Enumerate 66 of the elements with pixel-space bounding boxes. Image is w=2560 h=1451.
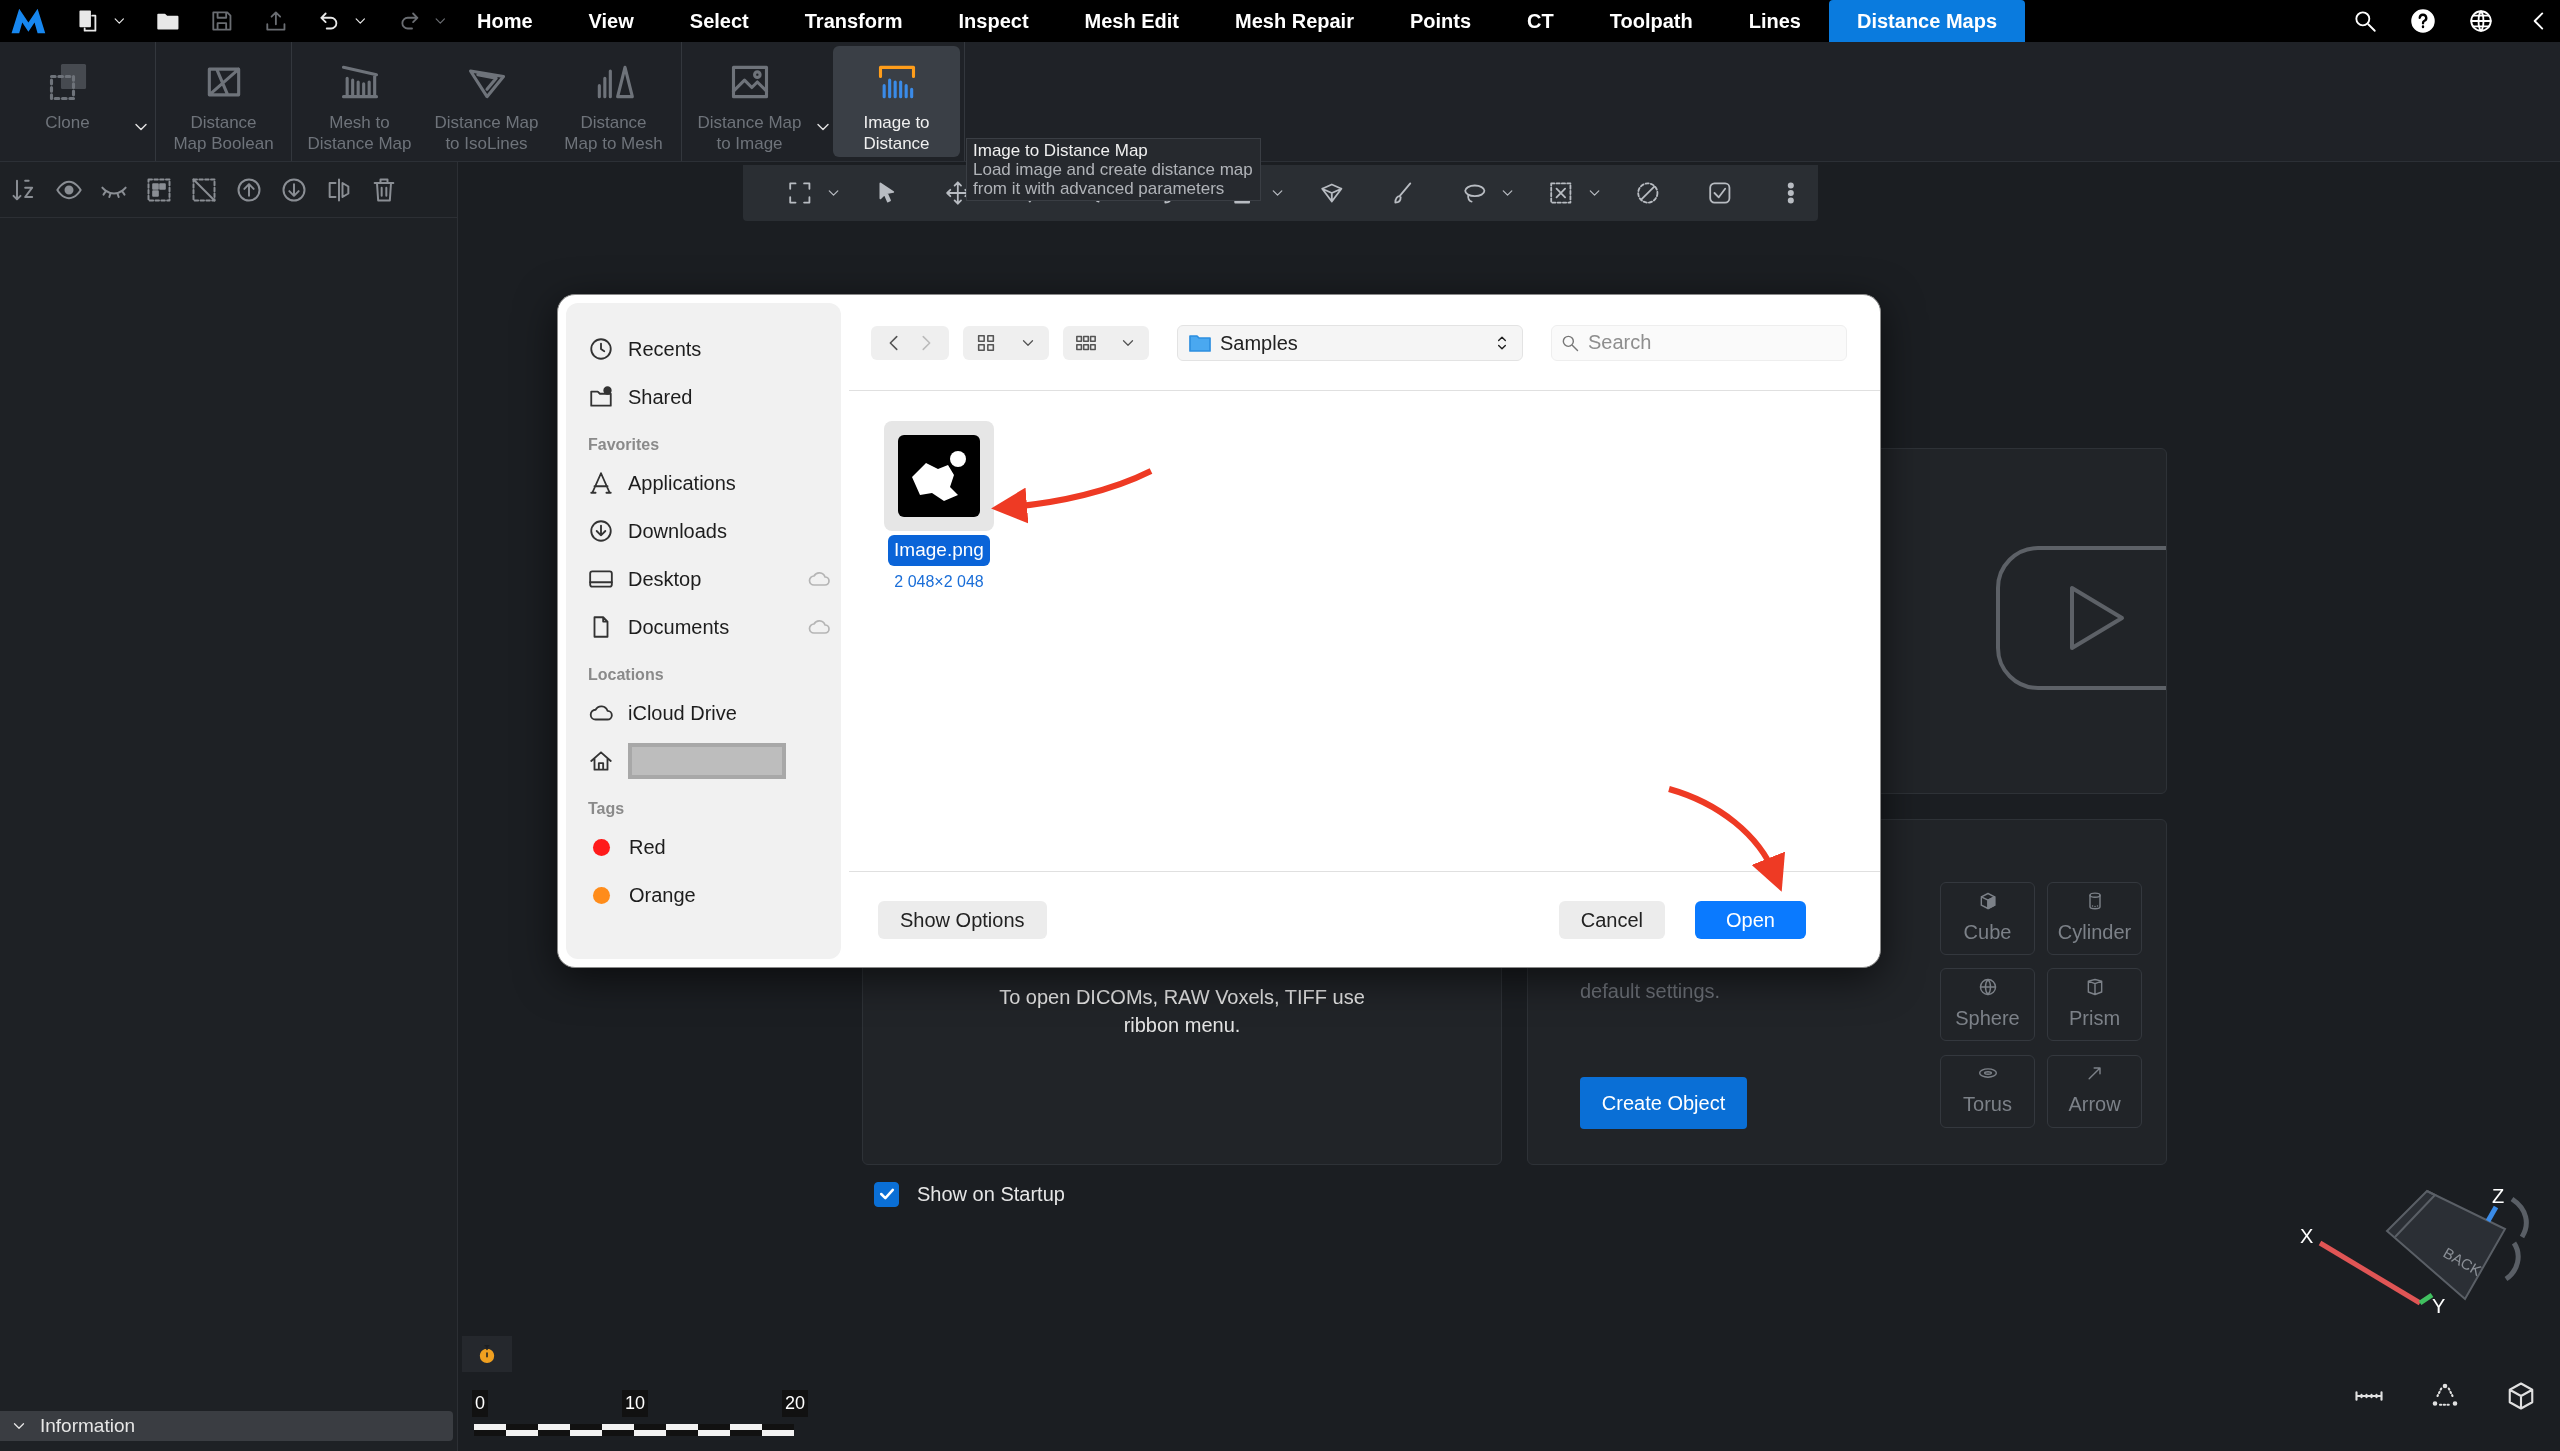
sidebar-item[interactable]: iCloud Drive [580,689,841,737]
tooltip-title: Image to Distance Map [973,141,1149,160]
menu-tab[interactable]: Transform [776,0,931,42]
scale-label: 20 [781,1390,808,1417]
scale-label: 0 [472,1390,488,1417]
rotate-arrow-icon[interactable] [2503,1196,2529,1282]
information-panel-header[interactable]: Information [0,1411,453,1441]
shape-button[interactable]: Cylinder [2047,882,2142,955]
file-size: 2 048×2 048 [894,571,984,592]
menu-tab[interactable]: Lines [1720,0,1829,42]
dialog-button[interactable]: Show Options [878,900,1047,939]
help-icon[interactable] [2410,8,2436,34]
menu-tab[interactable]: View [560,0,662,42]
tooltip-text: Load image and create distance map from it with advanced parameters [973,160,1254,198]
sidebar-item[interactable]: Orange [580,871,841,919]
download-icon [588,518,614,544]
menu-tab[interactable]: Points [1381,0,1500,42]
scale-label: 10 [621,1390,648,1417]
menu-tab[interactable]: Mesh Repair [1207,0,1382,42]
sidebar-item[interactable]: Recents [580,325,841,373]
file-name[interactable]: Image.png [888,535,990,566]
sidebar-item[interactable]: Documents [580,603,841,651]
open-button[interactable]: Open [1695,900,1806,939]
sidebar-item[interactable]: Applications [580,459,841,507]
dialog-button[interactable]: Cancel [1558,900,1666,939]
menu-tab[interactable]: CT [1499,0,1582,42]
create-object-button[interactable]: Create Object [1580,1077,1747,1129]
axis-label: Y [2432,1295,2446,1317]
shape-button[interactable]: Prism [2047,968,2142,1042]
y-axis-line [2418,1292,2434,1306]
axis-label: X [2300,1225,2314,1247]
cube-view-icon[interactable] [2506,1381,2536,1411]
z-axis-line [2485,1205,2499,1223]
location-dropdown[interactable]: Samples [1177,324,1523,361]
import-hint: To open DICOMs, RAW Voxels, TIFF use ribbon menu. [998,985,1366,1038]
sidebar-heading: Tags [588,799,626,819]
checkbox-label: Show on Startup [917,1182,1065,1207]
menu-tab[interactable]: Select [661,0,777,42]
sidebar-heading: Favorites [588,435,661,455]
apps-icon [588,470,614,496]
sphere-icon [1977,976,1998,997]
menu-tab[interactable]: Mesh Edit [1056,0,1208,42]
menu-tab[interactable]: Inspect [930,0,1057,42]
shared-icon [588,384,614,410]
shape-button[interactable]: Sphere [1940,968,2035,1042]
search-icon[interactable] [2352,8,2378,34]
sidebar-heading: Locations [588,665,665,685]
checkbox[interactable] [874,1181,899,1207]
sidebar-item[interactable]: Downloads [580,507,841,555]
axis-label: Z [2492,1185,2505,1207]
cube-drawing[interactable] [2385,1189,2507,1301]
sidebar-item[interactable]: Shared [580,373,841,421]
search-field[interactable]: Search [1551,324,1847,361]
menu-tab[interactable]: Home [449,0,561,42]
create-hint: default settings. [1580,979,1722,1004]
ribbon-button[interactable]: Image to Distance [833,46,960,157]
sidebar-item[interactable]: Desktop [580,555,841,603]
menu-tab[interactable]: Distance Maps [1828,0,2026,42]
sidebar-item[interactable]: Red [580,823,841,871]
menu-tab[interactable]: Toolpath [1581,0,1721,42]
clock-icon [588,336,614,362]
shape-button[interactable]: Cube [1940,882,2035,955]
shape-button[interactable]: Arrow [2047,1054,2142,1128]
globe-icon[interactable] [2468,8,2494,34]
deselect-icon[interactable] [190,175,218,204]
shape-button[interactable]: Torus [1940,1054,2035,1128]
